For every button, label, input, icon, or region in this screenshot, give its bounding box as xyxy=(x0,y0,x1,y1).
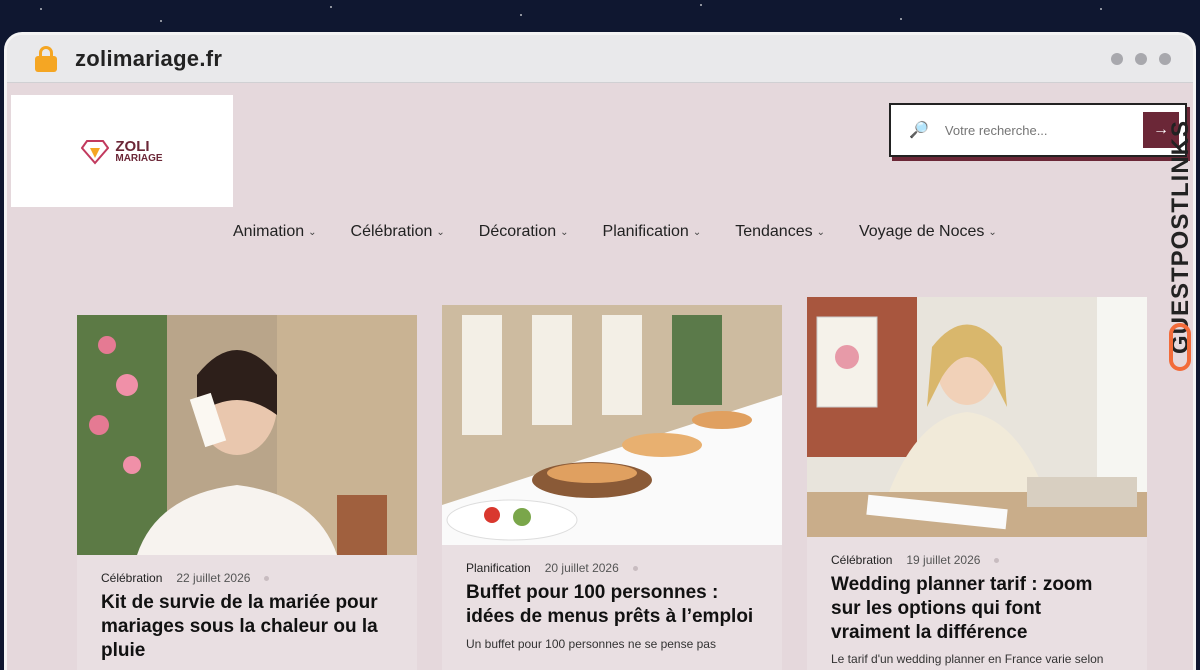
browser-toolbar: zolimariage.fr xyxy=(7,35,1193,83)
search-input[interactable] xyxy=(944,122,1125,138)
article-image-bride[interactable] xyxy=(77,315,417,555)
window-dot-icon[interactable] xyxy=(1135,53,1147,65)
chevron-down-icon: ⌄ xyxy=(816,226,825,238)
article-date: 22 juillet 2026 xyxy=(176,571,251,585)
logo-line1: ZOLI xyxy=(115,137,150,155)
article-title[interactable]: Buffet pour 100 personnes : idées de men… xyxy=(442,575,782,629)
article-excerpt: Le tarif d'un wedding planner en France … xyxy=(831,652,1104,667)
window-dot-icon[interactable] xyxy=(1159,53,1171,65)
article-category[interactable]: Planification xyxy=(466,561,531,575)
search-icon: 🔎 xyxy=(909,122,929,139)
article-image-planner[interactable] xyxy=(807,297,1147,537)
chevron-down-icon: ⌄ xyxy=(692,226,702,238)
watermark: GUESTPOSTLINKS xyxy=(1165,103,1194,403)
nav-item-celebration[interactable]: Célébration ⌄ xyxy=(351,223,445,241)
chevron-down-icon: ⌄ xyxy=(308,226,317,238)
chevron-down-icon: ⌄ xyxy=(436,226,445,238)
article-date: 19 juillet 2026 xyxy=(906,553,981,567)
article-title[interactable]: Kit de survie de la mariée pour mariages… xyxy=(77,585,417,662)
article-category[interactable]: Célébration xyxy=(831,553,892,567)
nav-item-voyage-de-noces[interactable]: Voyage de Noces ⌄ xyxy=(859,223,997,241)
nav-label: Célébration xyxy=(350,223,433,240)
nav-item-decoration[interactable]: Décoration ⌄ xyxy=(479,223,569,241)
article-title[interactable]: Wedding planner tarif : zoom sur les opt… xyxy=(807,567,1147,644)
nav-item-planification[interactable]: Planification ⌄ xyxy=(603,223,702,241)
watermark-text: GUESTPOSTLINKS xyxy=(1167,119,1194,355)
site-logo[interactable]: ZOLI MARIAGE xyxy=(11,95,233,207)
nav-label: Décoration xyxy=(478,223,557,240)
nav-label: Planification xyxy=(602,223,689,240)
window-controls xyxy=(1111,53,1171,65)
chevron-down-icon: ⌄ xyxy=(988,226,997,238)
article-date: 20 juillet 2026 xyxy=(544,561,619,575)
page-content: ZOLI MARIAGE 🔎 → GUESTPOSTLINKS Animatio… xyxy=(7,83,1193,670)
nav-label: Voyage de Noces xyxy=(858,223,985,240)
article-card[interactable]: Planification 20 juillet 2026 Buffet pou… xyxy=(442,305,782,670)
chevron-down-icon: ⌄ xyxy=(560,226,569,238)
separator-dot xyxy=(264,575,270,581)
logo-line2: MARIAGE xyxy=(115,152,163,164)
search-bar: 🔎 → xyxy=(889,103,1187,157)
link-icon xyxy=(1169,323,1191,371)
address-bar[interactable]: zolimariage.fr xyxy=(75,46,222,72)
lock-icon xyxy=(35,45,57,72)
nav-label: Animation xyxy=(233,223,305,240)
separator-dot xyxy=(632,565,638,571)
window-dot-icon[interactable] xyxy=(1111,53,1123,65)
article-image-buffet[interactable] xyxy=(442,305,782,545)
separator-dot xyxy=(994,557,1000,563)
browser-window: zolimariage.fr ZOLI MARIAGE 🔎 → GUESTPOS… xyxy=(4,32,1196,670)
main-navigation: Animation ⌄ Célébration ⌄ Décoration ⌄ Plan… xyxy=(233,223,997,241)
article-card[interactable]: Célébration 22 juillet 2026 Kit de survi… xyxy=(77,315,417,670)
nav-label: Tendances xyxy=(735,223,813,240)
nav-item-tendances[interactable]: Tendances ⌄ xyxy=(735,223,825,241)
diamond-icon xyxy=(81,140,110,165)
nav-item-animation[interactable]: Animation ⌄ xyxy=(233,223,317,241)
article-category[interactable]: Célébration xyxy=(101,571,162,585)
article-card[interactable]: Célébration 19 juillet 2026 Wedding plan… xyxy=(807,297,1147,670)
article-excerpt: Un buffet pour 100 personnes ne se pense… xyxy=(466,636,716,651)
